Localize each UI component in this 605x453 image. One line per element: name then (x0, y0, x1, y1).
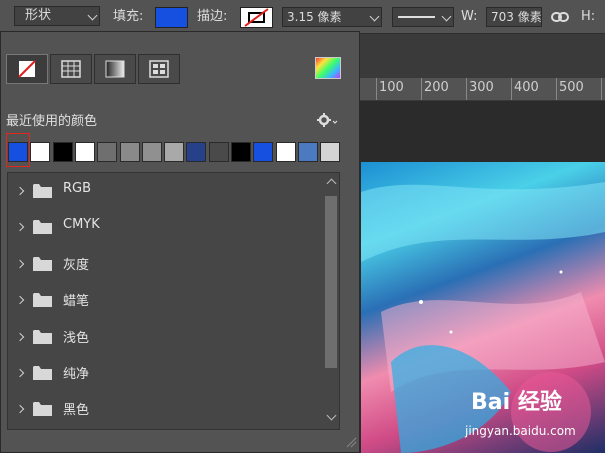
tool-mode-select[interactable]: 形状 (14, 6, 100, 26)
solid-line-icon (398, 16, 435, 18)
folder-icon (33, 366, 52, 380)
stroke-color-swatch[interactable] (240, 7, 273, 28)
solid-grid-icon (61, 60, 81, 78)
folder-icon (33, 184, 52, 198)
recent-color-swatch[interactable] (164, 142, 185, 162)
chevron-right-icon[interactable] (15, 332, 25, 341)
chevron-down-icon (441, 11, 452, 22)
recent-color-swatch[interactable] (275, 142, 296, 162)
ruler-label: 100 (379, 80, 404, 95)
recent-color-swatch[interactable] (186, 142, 207, 162)
horizontal-ruler: 100 200 300 400 500 (333, 78, 605, 101)
fill-color-swatch[interactable] (155, 7, 188, 28)
chevron-right-icon[interactable] (15, 259, 25, 269)
folder-icon (33, 293, 52, 308)
folder-label: 浅色 (63, 330, 90, 346)
resize-grip-icon[interactable] (345, 436, 357, 448)
stroke-width-field[interactable]: 3.15 像素 (282, 7, 382, 27)
stroke-width-value: 3.15 像素 (287, 10, 342, 24)
no-color-icon (18, 60, 36, 78)
recent-color-swatch[interactable] (30, 142, 51, 162)
folder-label: 黑色 (63, 403, 90, 419)
width-value: 703 像素 (491, 10, 542, 24)
chevron-right-icon[interactable] (15, 368, 25, 378)
scroll-down-icon[interactable] (326, 410, 337, 421)
link-icon[interactable] (551, 11, 569, 23)
ruler-label: 400 (514, 80, 539, 95)
swatch-folder-row[interactable]: RGB (8, 174, 324, 209)
scrollbar[interactable] (324, 178, 338, 424)
chevron-right-icon[interactable] (15, 295, 25, 305)
swatch-folder-row[interactable]: CMYK (8, 210, 324, 245)
swatch-folder-row[interactable]: 黑色 (8, 392, 324, 427)
folder-label: 灰度 (63, 257, 90, 273)
folder-label: 纯净 (63, 367, 90, 382)
tool-mode-value: 形状 (25, 8, 52, 23)
recent-color-swatch[interactable] (231, 142, 251, 162)
no-color-button[interactable] (6, 54, 48, 84)
swatch-group-list: RGB CMYK 灰度蜡笔浅色纯净黑色 (7, 172, 340, 430)
width-label: W: (461, 9, 478, 24)
gear-icon[interactable] (317, 112, 339, 128)
scrollbar-thumb[interactable] (325, 196, 337, 368)
scroll-up-icon[interactable] (326, 178, 337, 189)
recent-color-swatch[interactable] (141, 142, 162, 162)
fill-color-panel: 最近使用的颜色 RGB CMYK 灰度蜡笔浅色纯净黑色 (0, 31, 360, 453)
ruler-label: 200 (424, 80, 449, 95)
swatch-folder-row[interactable]: 蜡笔 (8, 283, 324, 318)
ruler-label: 300 (469, 80, 494, 95)
chevron-right-icon[interactable] (15, 405, 25, 414)
recent-color-swatch[interactable] (297, 142, 318, 162)
folder-icon (33, 402, 52, 417)
pattern-icon (149, 60, 169, 78)
no-stroke-icon (244, 8, 269, 27)
watermark-url: jingyan.baidu.com (465, 424, 576, 438)
artwork-image: Bai 经验 jingyan.baidu.com (361, 162, 605, 453)
recent-color-swatch[interactable] (119, 142, 140, 162)
recent-color-swatch[interactable] (52, 142, 73, 162)
gradient-button[interactable] (94, 54, 136, 84)
recent-color-swatch[interactable] (320, 142, 341, 162)
chevron-down-icon (369, 11, 380, 22)
swatch-folder-row[interactable]: 浅色 (8, 320, 324, 355)
pattern-button[interactable] (138, 54, 180, 84)
swatch-folder-row[interactable]: 灰度 (8, 247, 324, 282)
folder-label: RGB (63, 181, 92, 196)
color-picker-button[interactable] (315, 57, 341, 79)
solid-color-button[interactable] (50, 54, 92, 84)
recent-color-swatch[interactable] (8, 142, 28, 162)
gradient-icon (105, 60, 125, 78)
recent-colors-title: 最近使用的颜色 (6, 114, 98, 129)
height-label: H: (581, 9, 596, 24)
ruler-label: 500 (559, 80, 584, 95)
recent-color-swatch[interactable] (97, 142, 118, 162)
folder-icon (33, 256, 52, 271)
watermark-brand: Bai 经验 (471, 390, 562, 415)
width-field[interactable]: 703 像素 (486, 7, 542, 27)
options-bar: 形状 填充: 描边: 3.15 像素 W: 703 像素 H: (0, 0, 605, 34)
stroke-type-select[interactable] (392, 7, 454, 27)
chevron-down-icon (87, 10, 98, 21)
fill-label: 填充: (113, 9, 144, 24)
chevron-right-icon[interactable] (15, 186, 25, 196)
folder-icon (33, 329, 52, 344)
swatch-folder-row[interactable]: 纯净 (8, 356, 324, 391)
recent-color-swatch[interactable] (253, 142, 274, 162)
folder-label: 蜡笔 (63, 294, 90, 310)
folder-label: CMYK (63, 217, 100, 233)
recent-color-swatch[interactable] (74, 142, 95, 162)
chevron-right-icon[interactable] (15, 223, 25, 232)
folder-icon (33, 220, 52, 235)
recent-color-swatch[interactable] (208, 142, 229, 162)
stroke-label: 描边: (197, 9, 228, 24)
